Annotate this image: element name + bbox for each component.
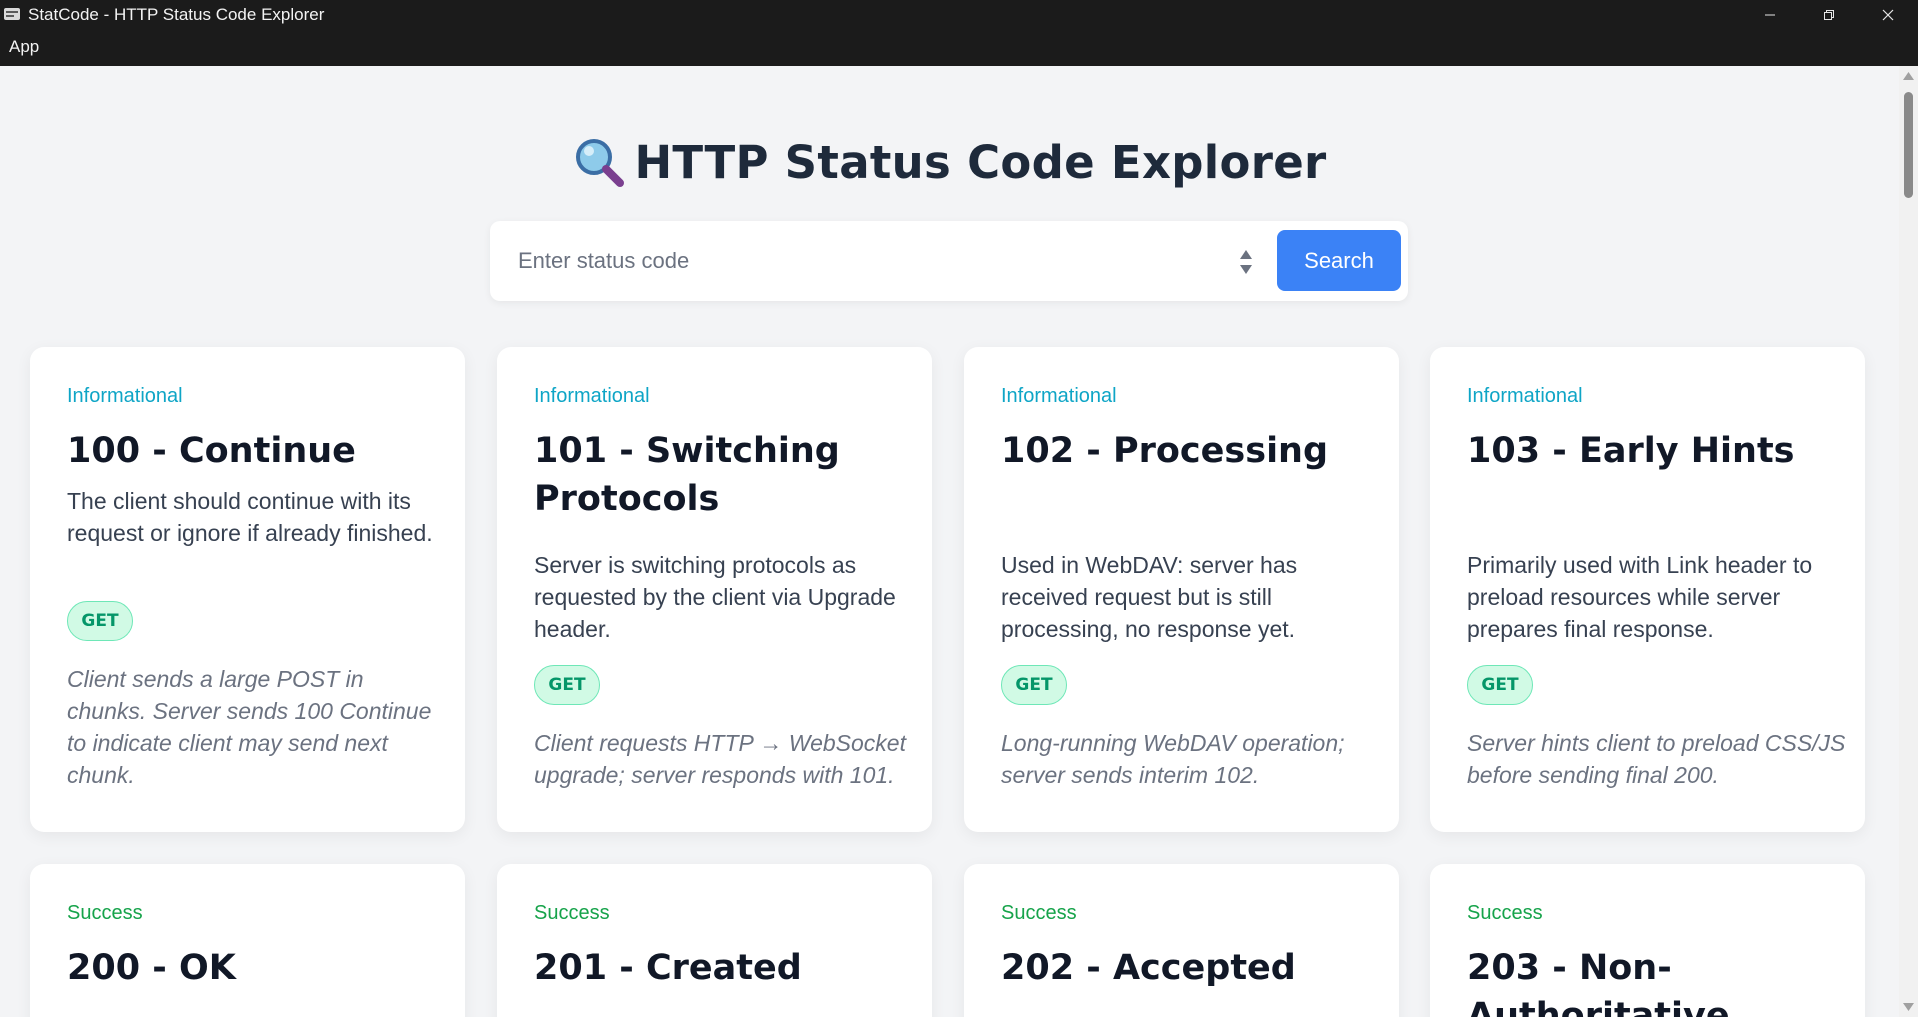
card-description: The client should continue with its requ… <box>67 488 433 546</box>
card-title: 102 - Processing <box>1001 431 1329 471</box>
card-category: Informational <box>67 385 183 407</box>
status-card-201[interactable]: Success 201 - Created <box>497 864 932 1017</box>
card-title: 200 - OK <box>67 948 236 988</box>
method-badge: GET <box>1001 665 1067 705</box>
status-code-input[interactable] <box>518 239 1248 283</box>
status-card-203[interactable]: Success 203 - Non-Authoritative <box>1430 864 1865 1017</box>
status-card-200[interactable]: Success 200 - OK <box>30 864 465 1017</box>
card-example: Long-running WebDAV operation; server se… <box>1001 730 1345 788</box>
window-titlebar: StatCode - HTTP Status Code Explorer App <box>0 0 1918 66</box>
card-category: Success <box>1001 902 1077 924</box>
card-title: 201 - Created <box>534 948 802 988</box>
card-title: 101 - Switching Protocols <box>534 431 840 519</box>
card-title: 103 - Early Hints <box>1467 431 1795 471</box>
status-card-100[interactable]: Informational 100 - Continue The client … <box>30 347 465 832</box>
card-example: Client sends a large POST in chunks. Ser… <box>67 666 432 788</box>
card-category: Informational <box>1467 385 1583 407</box>
scrollbar-thumb[interactable] <box>1904 92 1913 198</box>
minimize-button[interactable] <box>1741 0 1799 30</box>
card-category: Informational <box>534 385 650 407</box>
card-example: Client requests HTTP → WebSocket upgrade… <box>534 730 906 788</box>
card-category: Success <box>1467 902 1543 924</box>
card-title: 100 - Continue <box>67 431 356 471</box>
status-card-202[interactable]: Success 202 - Accepted <box>964 864 1399 1017</box>
window-title: StatCode - HTTP Status Code Explorer <box>28 5 325 24</box>
restore-button[interactable] <box>1800 0 1858 30</box>
card-title: 202 - Accepted <box>1001 948 1296 988</box>
card-category: Success <box>67 902 143 924</box>
status-card-101[interactable]: Informational 101 - Switching Protocols … <box>497 347 932 832</box>
page-title: HTTP Status Code Explorer <box>634 135 1327 189</box>
method-badge: GET <box>67 601 133 641</box>
card-category: Success <box>534 902 610 924</box>
number-spinner-icon[interactable] <box>1238 247 1254 277</box>
search-button[interactable]: Search <box>1277 230 1401 291</box>
scroll-down-arrow-icon[interactable] <box>1903 1003 1914 1011</box>
card-description: Used in WebDAV: server has received requ… <box>1001 552 1298 642</box>
card-description: Server is switching protocols as request… <box>534 552 896 642</box>
app-icon <box>4 8 20 20</box>
vertical-scrollbar[interactable] <box>1899 66 1918 1017</box>
close-icon <box>1882 9 1894 21</box>
method-badge: GET <box>1467 665 1533 705</box>
restore-icon <box>1824 10 1834 20</box>
card-title: 203 - Non-Authoritative <box>1467 948 1730 1017</box>
method-badge: GET <box>534 665 600 705</box>
minimize-icon <box>1765 14 1775 16</box>
card-category: Informational <box>1001 385 1117 407</box>
status-card-102[interactable]: Informational 102 - Processing Used in W… <box>964 347 1399 832</box>
scroll-up-arrow-icon[interactable] <box>1903 72 1914 80</box>
card-description: Primarily used with Link header to prelo… <box>1467 552 1813 642</box>
close-button[interactable] <box>1859 0 1917 30</box>
menu-item-app[interactable]: App <box>9 36 39 58</box>
card-example: Server hints client to preload CSS/JS be… <box>1467 730 1846 788</box>
search-bar: Search <box>490 221 1408 301</box>
magnifying-glass-icon <box>576 139 625 187</box>
status-card-103[interactable]: Informational 103 - Early Hints Primaril… <box>1430 347 1865 832</box>
page-header: HTTP Status Code Explorer <box>0 126 1899 198</box>
